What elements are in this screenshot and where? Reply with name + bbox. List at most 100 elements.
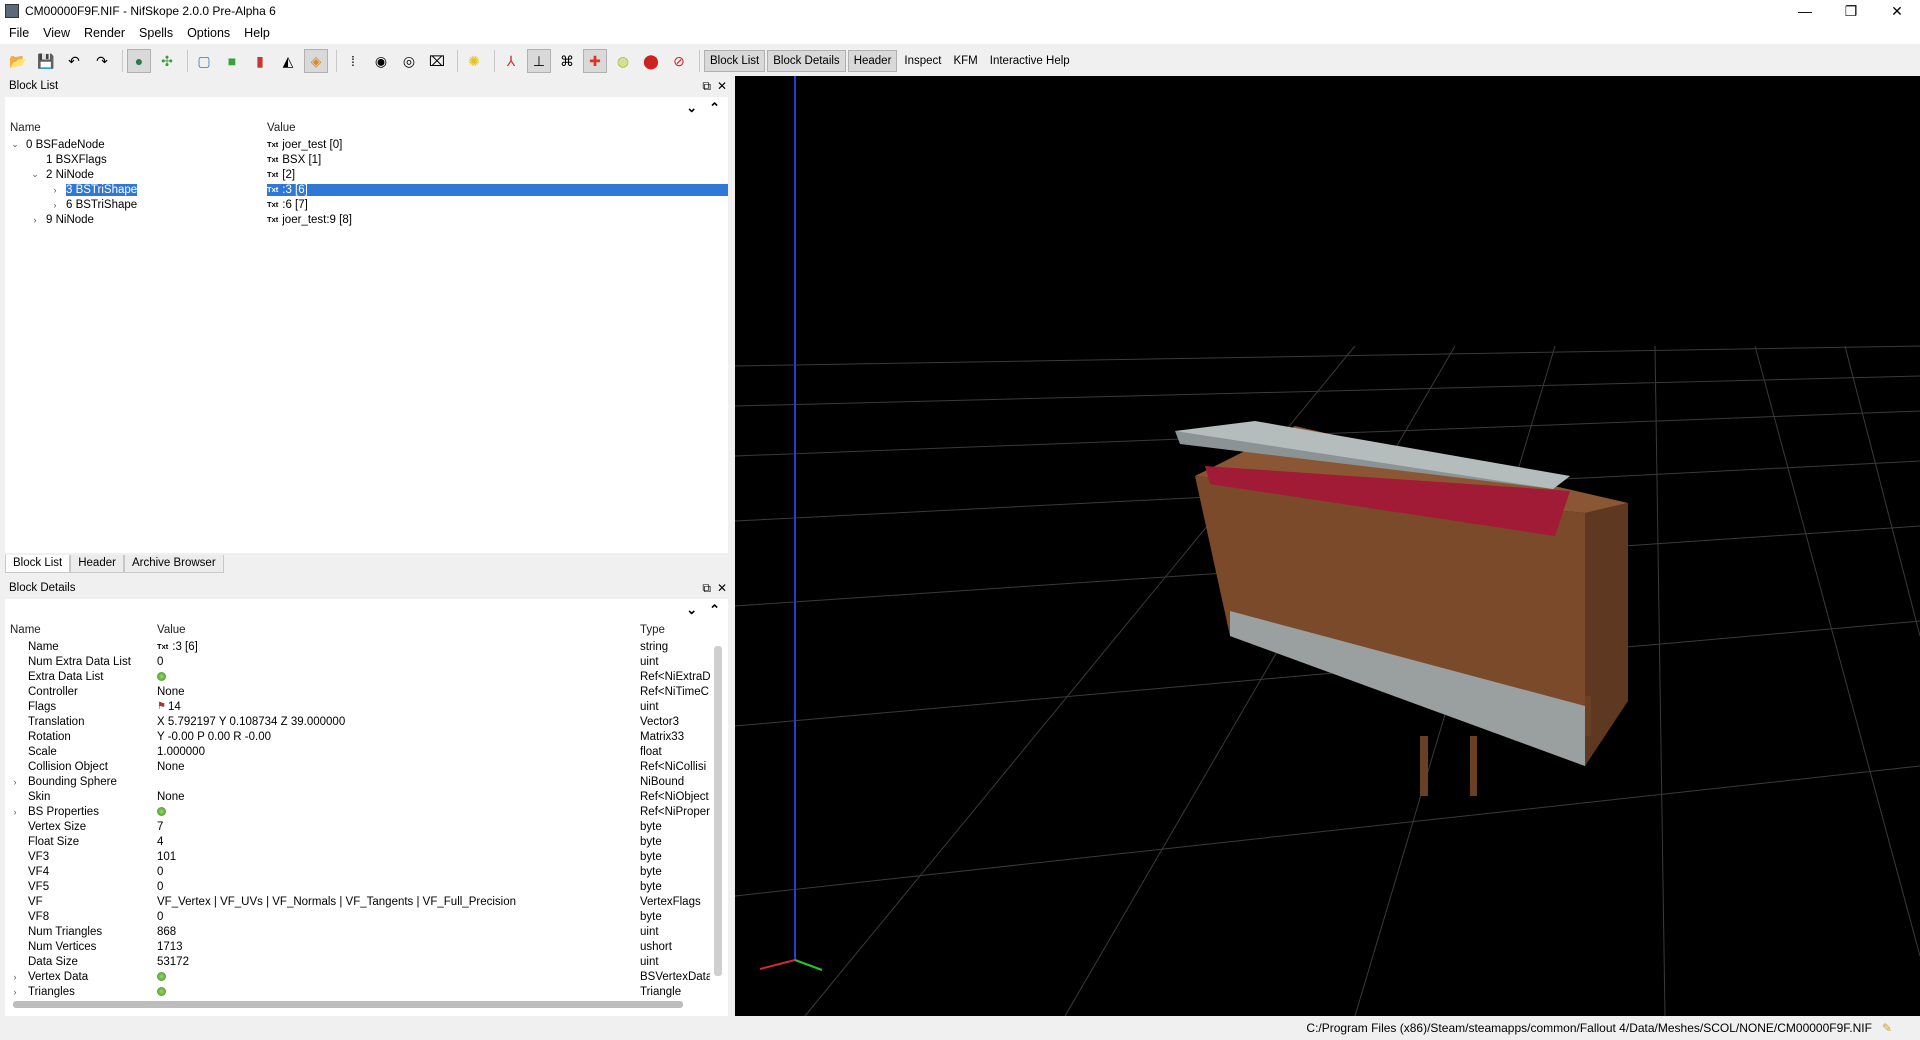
interactive-help-button[interactable]: Interactive Help	[985, 51, 1075, 71]
close-dock-icon[interactable]: ✕	[717, 79, 727, 94]
block-list-row[interactable]: ⌄ 0 BSFadeNode Txt joer_test [0]	[5, 137, 728, 152]
tab-header[interactable]: Header	[70, 555, 124, 573]
detail-row[interactable]: Name Txt:3 [6] string	[5, 639, 728, 654]
close-window-button[interactable]: ✕	[1874, 0, 1920, 22]
detail-value-cell[interactable]: 101	[157, 851, 640, 863]
value-column-header[interactable]: Value	[157, 624, 640, 636]
float-dock-icon[interactable]: ⧉	[702, 581, 711, 596]
cube-green-icon[interactable]: ■	[220, 49, 244, 73]
chevron-down-icon[interactable]: ⌄	[10, 139, 20, 150]
detail-row[interactable]: Skin None Ref<NiObject	[5, 789, 728, 804]
detail-row[interactable]: Translation X 5.792197 Y 0.108734 Z 39.00…	[5, 714, 728, 729]
detail-value-cell[interactable]: ⚑ 14	[157, 701, 640, 713]
detail-value-cell[interactable]: None	[157, 761, 640, 773]
location-pin-icon[interactable]: ⬤	[639, 49, 663, 73]
detail-row[interactable]: Num Extra Data List 0 uint	[5, 654, 728, 669]
detail-row[interactable]: Flags ⚑ 14 uint	[5, 699, 728, 714]
chevron-right-icon[interactable]: ›	[50, 185, 60, 195]
toggle-kfm-button[interactable]: KFM	[948, 51, 982, 71]
chevron-down-icon[interactable]: ⌄	[30, 169, 40, 180]
detail-row[interactable]: Rotation Y -0.00 P 0.00 R -0.00 Matrix33	[5, 729, 728, 744]
detail-row[interactable]: › BS Properties Ref<NiProper	[5, 804, 728, 819]
block-details-tree[interactable]: ⌄ ⌃ Name Value Type Name Txt:3 [6] string N…	[5, 599, 728, 1016]
detail-value-cell[interactable]: X 5.792197 Y 0.108734 Z 39.000000	[157, 716, 640, 728]
detail-value-cell[interactable]: Y -0.00 P 0.00 R -0.00	[157, 731, 640, 743]
detail-row[interactable]: Scale 1.000000 float	[5, 744, 728, 759]
marker-circle-icon[interactable]: ◍	[611, 49, 635, 73]
undo-icon[interactable]: ↶	[62, 49, 86, 73]
menu-file[interactable]: File	[2, 26, 36, 40]
detail-value-cell[interactable]: None	[157, 686, 640, 698]
block-list-tree[interactable]: ⌄ ⌃ Name Value ⌄ 0 BSFadeNode Txt joer_test…	[5, 97, 728, 553]
block-list-column-header[interactable]: Name Value	[5, 119, 728, 137]
block-list-row[interactable]: › 6 BSTriShape Txt:6 [7]	[5, 197, 728, 212]
detail-value-cell[interactable]: 0	[157, 656, 640, 668]
tab-block-list[interactable]: Block List	[5, 555, 71, 573]
detail-row[interactable]: Extra Data List Ref<NiExtraD	[5, 669, 728, 684]
minimize-button[interactable]: —	[1782, 0, 1828, 22]
detail-row[interactable]: › Bounding Sphere NiBound	[5, 774, 728, 789]
block-list-row[interactable]: › 3 BSTriShape Txt:3 [6]	[5, 182, 728, 197]
save-file-icon[interactable]: 💾	[34, 49, 58, 73]
expand-all-icon[interactable]: ⌄	[686, 100, 697, 116]
grid-axes-icon[interactable]: ⊥	[527, 49, 551, 73]
menu-options[interactable]: Options	[180, 26, 237, 40]
toggle-block-details-button[interactable]: Block Details	[767, 50, 846, 72]
detail-row[interactable]: Collision Object None Ref<NiCollisi	[5, 759, 728, 774]
detail-value-cell[interactable]	[157, 972, 640, 981]
textured-cube-icon[interactable]: ◈	[304, 49, 328, 73]
scene-render[interactable]	[735, 76, 1920, 1016]
collapse-all-icon[interactable]: ⌃	[709, 100, 720, 116]
detail-value-cell[interactable]: None	[157, 791, 640, 803]
detail-row[interactable]: Data Size 53172 uint	[5, 954, 728, 969]
detail-row[interactable]: VF4 0 byte	[5, 864, 728, 879]
skeleton-icon[interactable]: ⌘	[555, 49, 579, 73]
toggle-header-button[interactable]: Header	[847, 50, 898, 72]
axes-icon[interactable]: ⅄	[499, 49, 523, 73]
detail-row[interactable]: Vertex Size 7 byte	[5, 819, 728, 834]
tab-archive-browser[interactable]: Archive Browser	[123, 555, 224, 573]
lighting-icon[interactable]: ◭	[276, 49, 300, 73]
detail-row[interactable]: VF VF_Vertex | VF_UVs | VF_Normals | VF_T…	[5, 894, 728, 909]
nodes-icon[interactable]: ✣	[155, 49, 179, 73]
detail-value-cell[interactable]: 53172	[157, 956, 640, 968]
detail-row[interactable]: › Vertex Data BSVertexData	[5, 969, 728, 984]
chevron-right-icon[interactable]: ›	[10, 972, 20, 982]
eye-icon[interactable]: ◉	[369, 49, 393, 73]
toggle-block-list-button[interactable]: Block List	[704, 50, 766, 72]
chevron-right-icon[interactable]: ›	[10, 987, 20, 997]
detail-row[interactable]: VF3 101 byte	[5, 849, 728, 864]
chevron-right-icon[interactable]: ›	[30, 215, 40, 225]
lightbulb-icon[interactable]: ✺	[462, 49, 486, 73]
globe-icon[interactable]: ●	[127, 49, 151, 73]
detail-value-cell[interactable]	[157, 672, 640, 681]
menu-spells[interactable]: Spells	[132, 26, 180, 40]
open-file-icon[interactable]: 📂	[6, 49, 30, 73]
detail-row[interactable]: Controller None Ref<NiTimeC	[5, 684, 728, 699]
type-column-header[interactable]: Type	[640, 624, 665, 636]
float-dock-icon[interactable]: ⧉	[702, 79, 711, 94]
value-column-header[interactable]: Value	[267, 122, 296, 134]
detail-value-cell[interactable]: 0	[157, 881, 640, 893]
detail-row[interactable]: Num Triangles 868 uint	[5, 924, 728, 939]
block-list-row[interactable]: ⌄ 2 NiNode Txt [2]	[5, 167, 728, 182]
detail-value-cell[interactable]: 1.000000	[157, 746, 640, 758]
detail-value-cell[interactable]: 1713	[157, 941, 640, 953]
detail-value-cell[interactable]: 868	[157, 926, 640, 938]
expand-all-icon[interactable]: ⌄	[686, 602, 697, 618]
cube-wire-icon[interactable]: ▢	[192, 49, 216, 73]
detail-value-cell[interactable]: 4	[157, 836, 640, 848]
screenshot-icon[interactable]: ⌧	[425, 49, 449, 73]
render-viewport[interactable]	[735, 76, 1920, 1016]
block-list-row[interactable]: › 9 NiNode Txt joer_test:9 [8]	[5, 212, 728, 227]
detail-value-cell[interactable]: VF_Vertex | VF_UVs | VF_Normals | VF_Tan…	[157, 896, 640, 908]
close-dock-icon[interactable]: ✕	[717, 581, 727, 596]
cube-red-icon[interactable]: ▮	[248, 49, 272, 73]
eye-hidden-icon[interactable]: ◎	[397, 49, 421, 73]
detail-value-cell[interactable]: 7	[157, 821, 640, 833]
detail-value-cell[interactable]	[157, 807, 640, 816]
collapse-all-icon[interactable]: ⌃	[709, 602, 720, 618]
redo-icon[interactable]: ↷	[90, 49, 114, 73]
details-vertical-scrollbar[interactable]	[714, 646, 722, 976]
menu-help[interactable]: Help	[237, 26, 277, 40]
